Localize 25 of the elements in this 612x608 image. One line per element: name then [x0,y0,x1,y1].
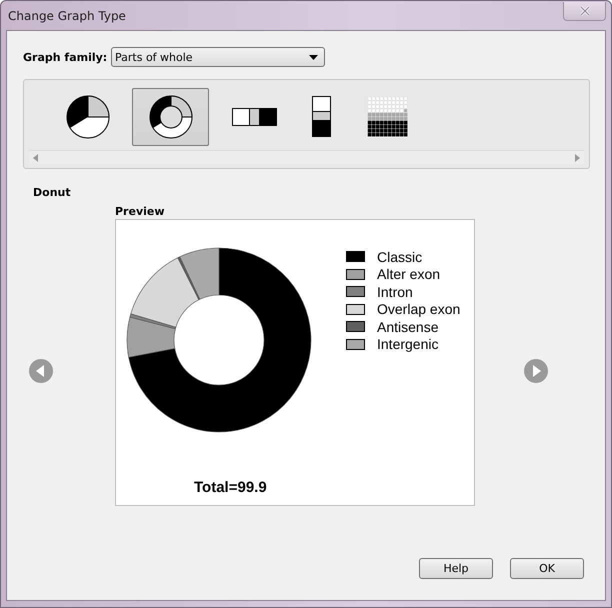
scroll-left-icon[interactable] [33,154,38,162]
previous-button[interactable] [29,358,53,382]
graph-type-option[interactable] [132,88,209,146]
legend-label: Antisense [377,318,438,335]
scroll-right-icon[interactable] [575,154,580,162]
close-icon [578,6,590,16]
legend-label: Intron [377,284,413,300]
close-button[interactable] [563,2,606,20]
dialog-button[interactable]: Help [419,558,493,579]
legend-label: Overlap exon [377,301,460,318]
legend-label: Alter exon [377,266,440,282]
field-label: Graph family: [23,50,108,64]
horizontal-scrollbar[interactable] [29,150,584,164]
graph-family-dropdown[interactable]: Parts of whole [111,47,325,67]
window-title: Change Graph Type [7,8,126,22]
legend-label: Intergenic [377,336,438,352]
dialog-button[interactable]: OK [510,558,584,579]
graph-type-name: Donut [33,186,72,199]
caret-icon [309,54,318,60]
donut-chart-icon [148,94,194,140]
pie-chart-icon [64,94,110,140]
total-label: Total=99.9 [194,479,268,496]
legend-label: Classic [377,248,422,265]
next-button[interactable] [524,358,548,382]
preview-label: Preview [115,205,166,219]
